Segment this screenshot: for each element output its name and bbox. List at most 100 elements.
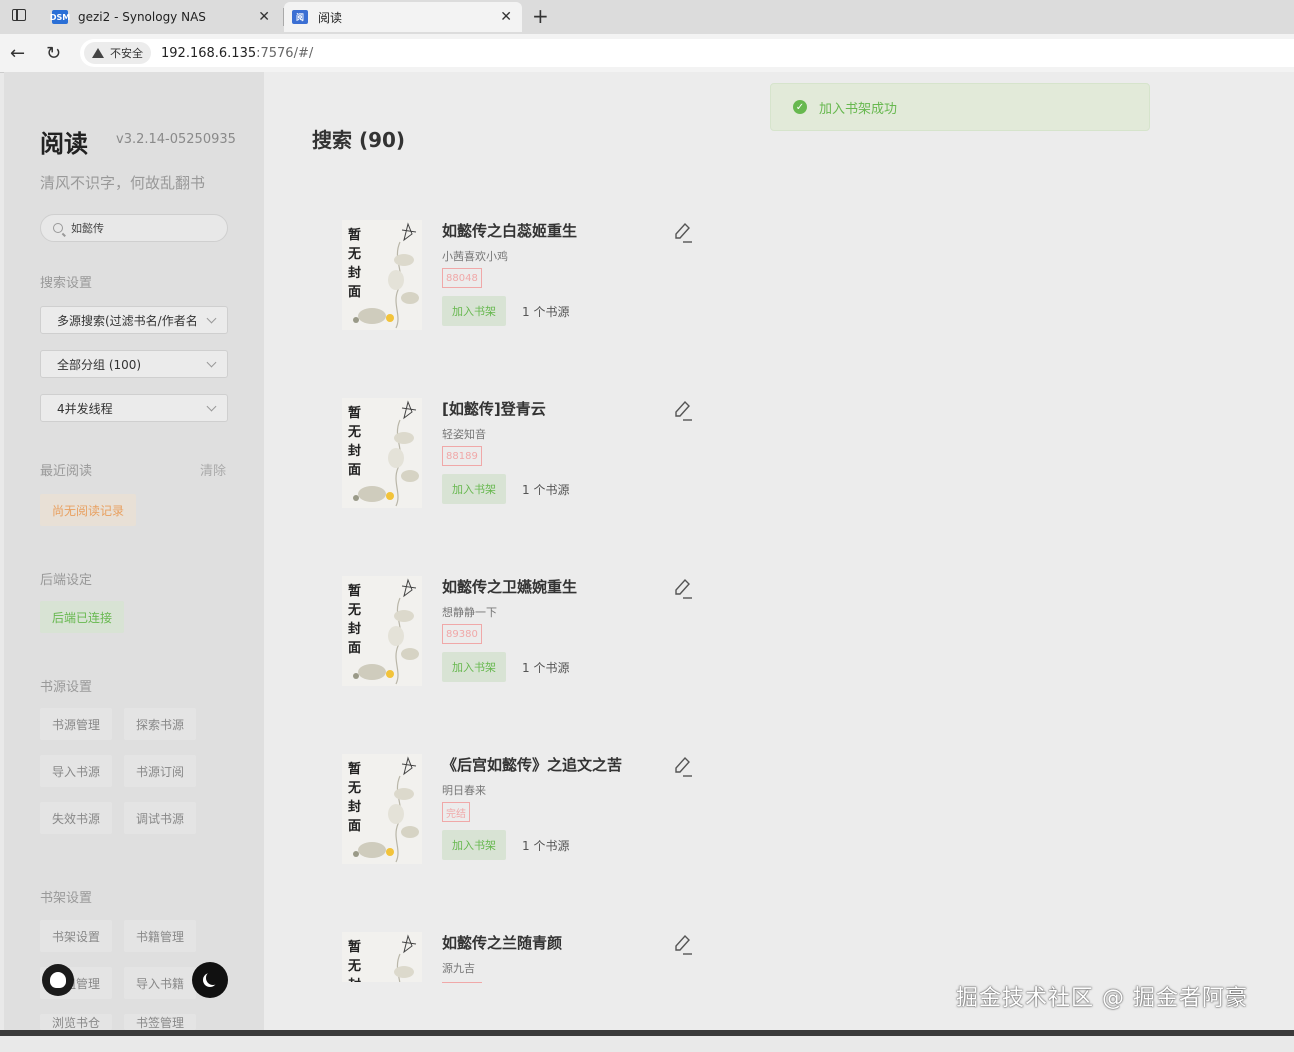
cover-text: 封	[348, 444, 362, 459]
source-count: 1 个书源	[522, 305, 570, 319]
chevron-down-icon	[206, 357, 217, 368]
cover-text: 暂	[348, 940, 362, 955]
app-version: v3.2.14-05250935	[116, 132, 236, 147]
book-author: 想静静一下	[442, 606, 497, 619]
book-title[interactable]: 《后宫如懿传》之追文之苦	[442, 754, 622, 775]
debug-source-button[interactable]: 调试书源	[124, 802, 197, 834]
edit-icon[interactable]	[670, 576, 694, 600]
shelf-settings-label: 书架设置	[40, 891, 93, 906]
edit-icon[interactable]	[670, 398, 694, 422]
success-toast: ✓ 加入书架成功	[770, 83, 1150, 131]
book-title[interactable]: 如懿传之卫嬿婉重生	[442, 576, 577, 597]
book-manage-button[interactable]: 书籍管理	[124, 920, 197, 952]
back-arrow-icon[interactable]: ←	[10, 43, 25, 64]
source-count: 1 个书源	[522, 839, 570, 853]
explore-source-button[interactable]: 探索书源	[124, 708, 197, 740]
cover-text: 封	[348, 266, 362, 281]
add-to-shelf-button[interactable]: 加入书架	[442, 652, 506, 682]
close-icon[interactable]: ✕	[500, 9, 512, 25]
window-menu-icon[interactable]	[12, 9, 26, 21]
book-title[interactable]: 如懿传之兰随青颜	[442, 932, 562, 953]
word-count-badge-edge	[442, 980, 482, 983]
source-settings-label: 书源设置	[40, 680, 93, 695]
search-input[interactable]: 如懿传	[40, 214, 228, 242]
chevron-down-icon	[206, 401, 217, 412]
book-title[interactable]: [如懿传]登青云	[442, 398, 546, 419]
backend-status-tag[interactable]: 后端已连接	[40, 601, 125, 633]
address-bar: ← ↻ 不安全 192.168.6.135:7576/#/	[0, 34, 1294, 73]
search-settings-label: 搜索设置	[40, 276, 93, 291]
cover-text: 无	[348, 781, 362, 796]
search-results: 搜索 (90) ✓ 加入书架成功 暂无封面如懿传之白蕊姬重生 小茜喜欢小鸡 8804…	[264, 72, 1294, 1030]
warning-triangle-icon	[92, 48, 104, 58]
book-item[interactable]: 暂无封面《后宫如懿传》之追文之苦明日春来完结加入书架 1 个书源	[342, 754, 722, 874]
cover-text: 无	[348, 603, 362, 618]
book-item[interactable]: 暂无封面 [如懿传]登青云轻姿知音 88189 加入书架 1 个书源	[342, 398, 722, 518]
url-field[interactable]: 不安全 192.168.6.135:7576/#/	[80, 39, 1294, 67]
tab-title: 阅读	[318, 10, 343, 25]
browser-tab-bar: DSM gezi2 - Synology NAS ✕ 阅 阅读 ✕ +	[0, 0, 1294, 34]
invalid-source-button[interactable]: 失效书源	[40, 802, 113, 834]
security-warning[interactable]: 不安全	[84, 42, 151, 64]
add-to-shelf-button[interactable]: 加入书架	[442, 474, 506, 504]
book-cover[interactable]: 暂无封面	[342, 932, 422, 982]
watermark: 掘金技术社区 @ 掘金者阿豪	[956, 986, 1248, 1011]
source-manage-button[interactable]: 书源管理	[40, 708, 113, 740]
dsm-favicon-icon: DSM	[50, 10, 70, 24]
cover-text: 无	[348, 425, 362, 440]
cover-text: 封	[348, 622, 362, 637]
check-circle-icon: ✓	[793, 100, 807, 114]
book-cover[interactable]: 暂无封面	[342, 220, 422, 330]
add-to-shelf-button[interactable]: 加入书架	[442, 296, 506, 326]
new-tab-icon[interactable]: +	[532, 4, 549, 28]
book-author: 明日春来	[442, 784, 486, 797]
word-count-badge: 88189	[442, 446, 482, 466]
group-select[interactable]: 全部分组 (100)	[40, 350, 228, 378]
cover-text: 暂	[348, 762, 362, 777]
shelf-settings-button[interactable]: 书架设置	[40, 920, 113, 952]
taskbar-edge	[0, 1030, 1294, 1036]
cover-text: 无	[348, 959, 362, 974]
book-cover[interactable]: 暂无封面	[342, 398, 422, 508]
thread-select[interactable]: 4并发线程	[40, 394, 228, 422]
book-item[interactable]: 暂无封面如懿传之卫嬿婉重生 想静静一下 89380 加入书架 1 个书源	[342, 576, 722, 696]
book-cover[interactable]: 暂无封面	[342, 576, 422, 686]
dark-mode-icon[interactable]	[192, 962, 228, 998]
browse-store-button[interactable]: 浏览书仓	[40, 1014, 113, 1030]
cover-text: 封	[348, 976, 362, 982]
edit-icon[interactable]	[670, 754, 694, 778]
close-icon[interactable]: ✕	[258, 9, 270, 25]
tab-synology[interactable]: DSM gezi2 - Synology NAS ✕	[44, 2, 280, 32]
github-icon[interactable]	[42, 964, 74, 996]
source-count: 1 个书源	[522, 483, 570, 497]
app: 阅读 v3.2.14-05250935 清风不识字，何故乱翻书 如懿传 搜索设置…	[0, 72, 1294, 1030]
sidebar: 阅读 v3.2.14-05250935 清风不识字，何故乱翻书 如懿传 搜索设置…	[4, 72, 264, 1030]
word-count-badge: 完结	[442, 802, 470, 822]
source-count: 1 个书源	[522, 661, 570, 675]
cover-text: 暂	[348, 406, 362, 421]
security-label: 不安全	[110, 47, 143, 60]
search-mode-select[interactable]: 多源搜索(过滤书名/作者名)	[40, 306, 228, 334]
url-host: 192.168.6.135	[161, 45, 257, 61]
cover-text: 面	[348, 463, 362, 478]
reload-icon[interactable]: ↻	[46, 43, 61, 64]
book-title[interactable]: 如懿传之白蕊姬重生	[442, 220, 577, 241]
add-to-shelf-button[interactable]: 加入书架	[442, 830, 506, 860]
clear-button[interactable]: 清除	[200, 460, 226, 479]
import-book-button[interactable]: 导入书籍	[124, 967, 197, 999]
bookmark-manage-button[interactable]: 书签管理	[124, 1014, 197, 1030]
book-author: 源九吉	[442, 962, 475, 975]
book-cover[interactable]: 暂无封面	[342, 754, 422, 864]
book-author: 轻姿知音	[442, 428, 486, 441]
import-source-button[interactable]: 导入书源	[40, 755, 113, 787]
edit-icon[interactable]	[670, 932, 694, 956]
book-item[interactable]: 暂无封面如懿传之白蕊姬重生 小茜喜欢小鸡 88048 加入书架 1 个书源	[342, 220, 722, 340]
select-value: 4并发线程	[57, 401, 113, 416]
reader-favicon-icon: 阅	[292, 10, 308, 24]
tab-title: gezi2 - Synology NAS	[78, 10, 206, 24]
cover-text: 面	[348, 819, 362, 834]
subscribe-source-button[interactable]: 书源订阅	[124, 755, 197, 787]
edit-icon[interactable]	[670, 220, 694, 244]
tab-reader[interactable]: 阅 阅读 ✕	[284, 2, 522, 32]
app-subtitle: 清风不识字，何故乱翻书	[40, 174, 206, 192]
